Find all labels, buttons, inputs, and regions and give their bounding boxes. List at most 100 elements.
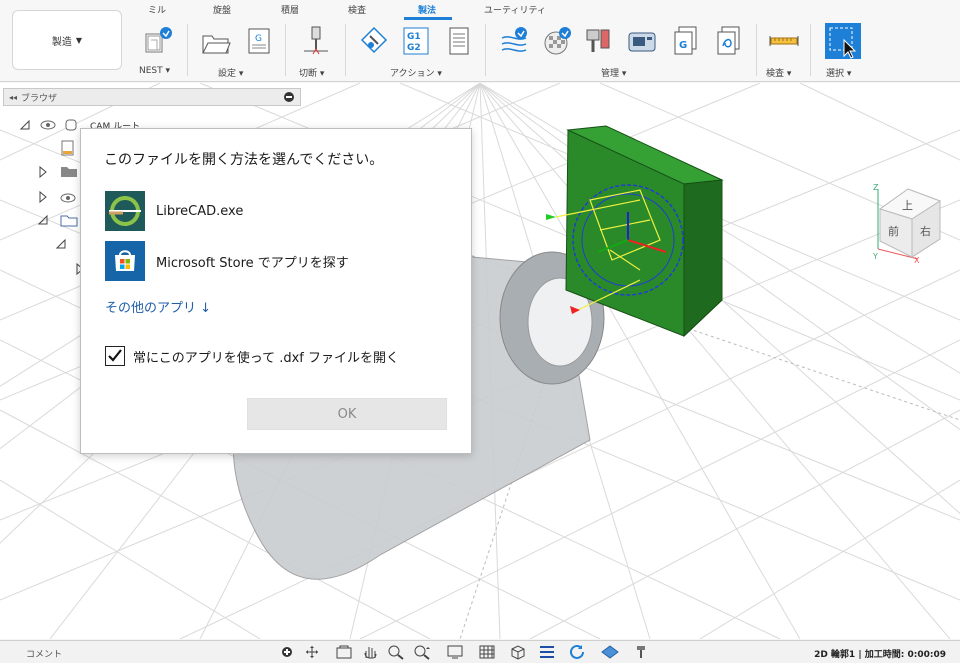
group-actions-text: アクション [390,69,435,79]
setup-folder-button[interactable] [200,24,232,58]
select-button[interactable] [824,22,862,60]
simulate-icon [360,26,388,54]
group-manage-text: 管理 [601,69,620,79]
svg-text:G: G [255,34,262,44]
app-option-librecad[interactable]: LibreCAD.exe [105,191,243,231]
setup-sheet-button[interactable] [443,24,475,58]
cam-root-icon [65,119,77,131]
layout-icon[interactable] [538,644,558,660]
setup-folder-icon [60,215,78,227]
collapse-panel-icon[interactable]: ◂◂ [9,93,17,102]
viewcube-widget[interactable]: 上 前 右 Z X Y [868,179,948,265]
tab-fabrication[interactable]: 製法 [418,3,436,16]
expand-arrow-icon[interactable] [56,239,66,249]
nest-icon [145,27,172,53]
browser-panel-header[interactable]: ◂◂ ブラウザ [3,88,301,106]
add-comment-icon[interactable] [282,647,292,657]
nest-tool-button[interactable] [142,24,174,58]
display-settings-icon[interactable] [446,644,466,660]
ok-button[interactable]: OK [247,398,447,430]
group-nest-text: NEST [139,66,163,76]
zoom-icon[interactable] [386,644,406,660]
cutting-tool-button[interactable] [300,24,332,58]
comment-label: コメント [26,650,63,660]
group-separator [285,24,286,76]
expand-arrow-icon[interactable] [38,166,48,178]
svg-text:G: G [679,40,687,51]
app-name-microsoft-store: Microsoft Store でアプリを探す [156,255,349,271]
pan-hand-icon[interactable] [360,644,380,660]
setup-sheet-icon [449,27,469,55]
caret-down-icon: ▼ [75,35,83,45]
group-separator [187,24,188,76]
group-label-setup[interactable]: 設定 ▾ [218,66,243,79]
eye-icon [40,120,56,130]
group-setup-text: 設定 [218,69,237,79]
always-use-row[interactable]: 常にこのアプリを使って .dxf ファイルを開く [105,346,399,366]
appearance-icon[interactable] [600,644,620,660]
open-with-dialog: このファイルを開く方法を選んでください。 LibreCAD.exe Micros… [80,128,472,454]
post-library-icon [717,26,740,55]
post-library-button[interactable] [713,24,745,58]
panel-minimize-icon[interactable] [284,92,294,102]
tab-inspection[interactable]: 検査 [348,3,366,16]
eye-icon[interactable] [60,192,76,204]
group-label-manage[interactable]: 管理 ▾ [601,66,626,79]
svg-text:G2: G2 [407,43,421,53]
tool-display-icon[interactable] [632,644,652,660]
g1g2-icon: G1G2 [403,27,429,55]
machine-library-button[interactable] [626,24,658,58]
machine-icon [586,29,610,52]
app-name-librecad: LibreCAD.exe [156,203,244,219]
machine-button[interactable] [583,24,615,58]
group-cut-text: 切断 [299,69,318,79]
machine-library-icon [628,32,656,52]
librecad-icon [105,191,145,231]
expand-arrow-icon[interactable] [38,215,48,225]
ribbon-tab-row: ミル 旋盤 積層 検査 製法 ユーティリティ [0,0,960,20]
orbit-move-icon[interactable] [302,644,322,660]
always-use-checkbox[interactable] [105,346,125,366]
status-bar: コメント 2D 輪郭1 | 加工時間: 0:00:09 [0,640,960,663]
tab-turning[interactable]: 旋盤 [213,3,231,16]
more-apps-link[interactable]: その他のアプリ ↓ [105,297,211,316]
tab-utilities[interactable]: ユーティリティ [484,3,546,16]
simulate-button[interactable] [358,24,390,58]
group-label-cut[interactable]: 切断 ▾ [299,66,324,79]
microsoft-store-icon [105,241,145,281]
zoom-window-icon[interactable] [412,644,432,660]
grid-settings-icon[interactable] [478,644,498,660]
group-label-nest[interactable]: NEST ▾ [139,66,170,76]
tool-library-button[interactable] [498,24,530,58]
measure-button[interactable] [768,24,800,58]
workspace-switcher-button[interactable]: 製造 ▼ [12,10,122,70]
viewcube-top-label: 上 [902,199,913,212]
axis-y-label: Y [872,252,878,261]
group-separator [345,24,346,76]
view-cube-settings-icon[interactable] [508,644,528,660]
group-label-select[interactable]: 選択 ▾ [826,66,851,79]
group-inspect-text: 検査 [766,69,785,79]
tool-library-icon [501,27,527,52]
active-tab-indicator [404,17,452,20]
look-at-icon[interactable] [334,644,354,660]
app-option-microsoft-store[interactable]: Microsoft Store でアプリを探す [105,241,349,281]
refresh-icon[interactable] [568,644,588,660]
folder-icon [61,167,77,177]
nc-program-button[interactable]: G [670,24,702,58]
expand-arrow-icon[interactable] [38,191,48,203]
tab-additive[interactable]: 積層 [281,3,299,16]
checkmark-icon [108,349,122,362]
stock-button[interactable] [541,24,573,58]
group-label-inspect[interactable]: 検査 ▾ [766,66,791,79]
tab-mill[interactable]: ミル [148,3,166,16]
group-label-actions[interactable]: アクション ▾ [390,66,442,79]
post-process-button[interactable]: G1 G2 [400,24,432,58]
viewcube-right-label: 右 [920,224,931,238]
green-axis-marker [546,214,556,220]
units-doc-icon[interactable] [60,140,76,156]
setup-g-icon: G [248,28,270,54]
measure-ruler-icon [769,36,799,46]
new-setup-button[interactable]: G [243,24,275,58]
expand-arrow-icon [20,120,30,130]
